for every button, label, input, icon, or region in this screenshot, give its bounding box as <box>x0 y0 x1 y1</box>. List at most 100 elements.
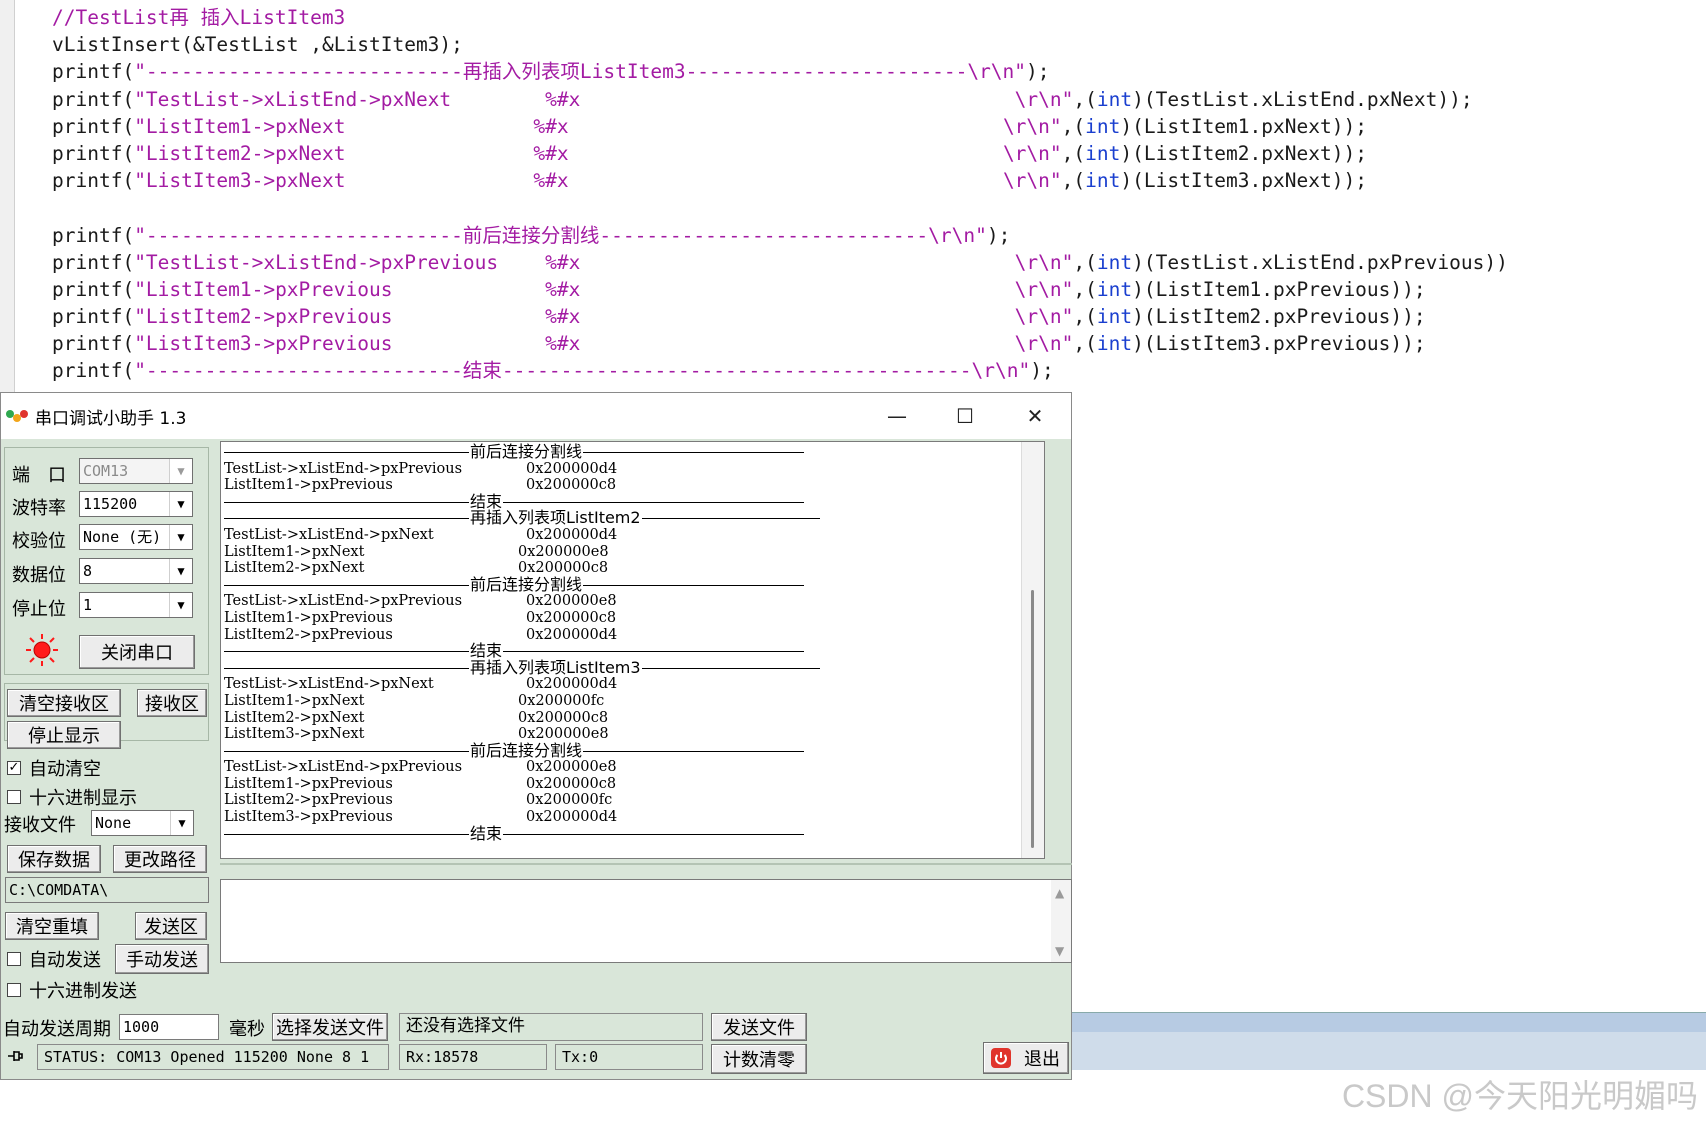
stop-display-button[interactable]: 停止显示 <box>7 721 121 749</box>
receive-log: 前后连接分割线 TestList->xListEnd->pxPrevious 0x2… <box>224 443 1044 843</box>
clear-receive-button[interactable]: 清空接收区 <box>7 689 121 717</box>
log-line: ListItem2->pxPrevious 0x200000fc <box>224 792 613 809</box>
log-line: ListItem1->pxNext 0x200000e8 <box>224 543 609 560</box>
log-line: ListItem3->pxPrevious 0x200000d4 <box>224 809 618 826</box>
splitter[interactable] <box>220 863 1072 865</box>
receive-scroll-thumb[interactable] <box>1031 590 1034 848</box>
pin-icon[interactable] <box>6 1048 24 1064</box>
log-divider: 前后连接分割线 <box>224 742 804 760</box>
code-line: printf("ListItem2->pxPrevious %#x \r\n",… <box>52 305 1426 329</box>
code-line: printf("TestList->xListEnd->pxNext %#x \… <box>52 87 1473 111</box>
log-line: ListItem1->pxPrevious 0x200000c8 <box>224 477 617 494</box>
port-select[interactable]: COM13 ▼ <box>79 458 193 484</box>
code-line: printf("---------------------------前后连接分… <box>52 223 1011 247</box>
send-scrollbar[interactable]: ▲ ▼ <box>1051 880 1071 962</box>
chevron-down-icon: ▼ <box>169 593 192 617</box>
watermark: CSDN @今天阳光明媚吗 <box>1341 1078 1698 1114</box>
hex-send-label: 十六进制发送 <box>29 981 137 1002</box>
manual-send-button[interactable]: 手动发送 <box>115 944 209 974</box>
window-title: 串口调试小助手 1.3 <box>35 409 187 429</box>
rx-counter: Rx:18578 <box>399 1044 547 1070</box>
send-period-input[interactable]: 1000 <box>119 1014 219 1040</box>
code-line: printf("---------------------------结束---… <box>52 359 1054 383</box>
log-divider: 前后连接分割线 <box>224 443 804 461</box>
scroll-up-icon[interactable]: ▲ <box>1055 886 1064 900</box>
code-line: //TestList再 插入ListItem3 <box>52 6 346 29</box>
save-path-field[interactable]: C:\COMDATA\ <box>5 877 209 903</box>
ms-label: 毫秒 <box>229 1019 265 1040</box>
change-path-button[interactable]: 更改路径 <box>113 845 207 873</box>
send-area[interactable]: ▲ ▼ <box>220 879 1072 963</box>
stopbits-label: 停止位 <box>12 599 66 620</box>
scroll-down-icon[interactable]: ▼ <box>1055 944 1064 958</box>
maximize-button[interactable]: ☐ <box>931 393 999 439</box>
code-line: printf("---------------------------再插入列表… <box>52 60 1050 84</box>
log-divider: 结束 <box>224 825 804 843</box>
close-button[interactable]: ✕ <box>1001 393 1069 439</box>
background-window-strip <box>1072 1012 1706 1033</box>
send-file-status: 还没有选择文件 <box>399 1013 703 1041</box>
log-line: TestList->xListEnd->pxPrevious 0x200000d4 <box>224 460 618 477</box>
hex-display-checkbox[interactable] <box>7 790 21 804</box>
auto-send-label: 自动发送 <box>29 950 101 971</box>
log-line: TestList->xListEnd->pxNext 0x200000d4 <box>224 676 618 693</box>
exit-button[interactable]: 退出 <box>983 1042 1069 1074</box>
code-line: printf("ListItem1->pxNext %#x \r\n",(int… <box>52 114 1367 138</box>
clear-refill-button[interactable]: 清空重填 <box>5 912 99 940</box>
baud-select[interactable]: 115200 ▼ <box>79 491 193 517</box>
port-status-led-icon <box>26 634 58 666</box>
exit-label: 退出 <box>1024 1049 1060 1070</box>
choose-send-file-button[interactable]: 选择发送文件 <box>272 1013 388 1041</box>
minimize-button[interactable]: — <box>863 393 931 439</box>
log-line: ListItem2->pxNext 0x200000c8 <box>224 560 609 577</box>
databits-select[interactable]: 8 ▼ <box>79 558 193 584</box>
log-line: ListItem2->pxPrevious 0x200000d4 <box>224 626 618 643</box>
log-line: TestList->xListEnd->pxNext 0x200000d4 <box>224 526 618 543</box>
chevron-down-icon: ▼ <box>169 492 192 516</box>
app-icon <box>6 410 28 422</box>
log-divider: 再插入列表项ListItem3 <box>224 659 820 677</box>
chevron-down-icon: ▼ <box>170 811 193 835</box>
code-editor[interactable]: //TestList再 插入ListItem3 vListInsert(&Test… <box>0 0 1706 400</box>
parity-select[interactable]: None (无) ▼ <box>79 524 193 550</box>
log-line: ListItem2->pxNext 0x200000c8 <box>224 709 609 726</box>
stopbits-select[interactable]: 1 ▼ <box>79 592 193 618</box>
port-label: 端 口 <box>12 465 66 486</box>
power-icon <box>991 1048 1011 1068</box>
chevron-down-icon: ▼ <box>169 559 192 583</box>
code-line: printf("TestList->xListEnd->pxPrevious %… <box>52 250 1508 274</box>
status-text: STATUS: COM13 Opened 115200 None 8 1 <box>37 1044 389 1070</box>
send-period-label: 自动发送周期 <box>3 1019 111 1040</box>
title-bar[interactable]: 串口调试小助手 1.3 — ☐ ✕ <box>1 393 1071 439</box>
auto-clear-checkbox[interactable]: ✓ <box>7 761 21 775</box>
reset-count-button[interactable]: 计数清零 <box>711 1044 807 1074</box>
log-line: ListItem3->pxNext 0x200000e8 <box>224 726 609 743</box>
log-divider: 再插入列表项ListItem2 <box>224 510 820 527</box>
tx-counter: Tx:0 <box>555 1044 703 1070</box>
parity-label: 校验位 <box>12 531 66 552</box>
send-area-button[interactable]: 发送区 <box>135 912 207 940</box>
editor-gutter <box>0 0 15 400</box>
receive-area[interactable]: 前后连接分割线 TestList->xListEnd->pxPrevious 0x2… <box>220 441 1045 859</box>
baud-label: 波特率 <box>12 498 66 519</box>
receive-file-label: 接收文件 <box>4 815 76 836</box>
hex-display-label: 十六进制显示 <box>29 788 137 809</box>
auto-clear-label: 自动清空 <box>29 759 101 780</box>
log-line: TestList->xListEnd->pxPrevious 0x200000e8 <box>224 759 617 776</box>
receive-file-select[interactable]: None ▼ <box>91 810 194 836</box>
auto-send-checkbox[interactable] <box>7 952 21 966</box>
hex-send-checkbox[interactable] <box>7 983 21 997</box>
save-data-button[interactable]: 保存数据 <box>7 845 101 873</box>
code-line: printf("ListItem3->pxPrevious %#x \r\n",… <box>52 332 1426 356</box>
log-divider: 前后连接分割线 <box>224 576 804 594</box>
code-line: printf("ListItem3->pxNext %#x \r\n",(int… <box>52 169 1367 193</box>
receive-area-button[interactable]: 接收区 <box>137 689 207 717</box>
databits-label: 数据位 <box>12 565 66 586</box>
code-line: vListInsert(&TestList ,&ListItem3); <box>52 33 463 57</box>
receive-scrollbar[interactable] <box>1021 442 1044 858</box>
send-file-button[interactable]: 发送文件 <box>711 1013 807 1041</box>
log-line: ListItem1->pxPrevious 0x200000c8 <box>224 609 617 626</box>
close-port-button[interactable]: 关闭串口 <box>79 635 195 669</box>
serial-assistant-window: 串口调试小助手 1.3 — ☐ ✕ 端 口 COM13 ▼ 波特率 115200 ▼… <box>0 392 1072 1080</box>
